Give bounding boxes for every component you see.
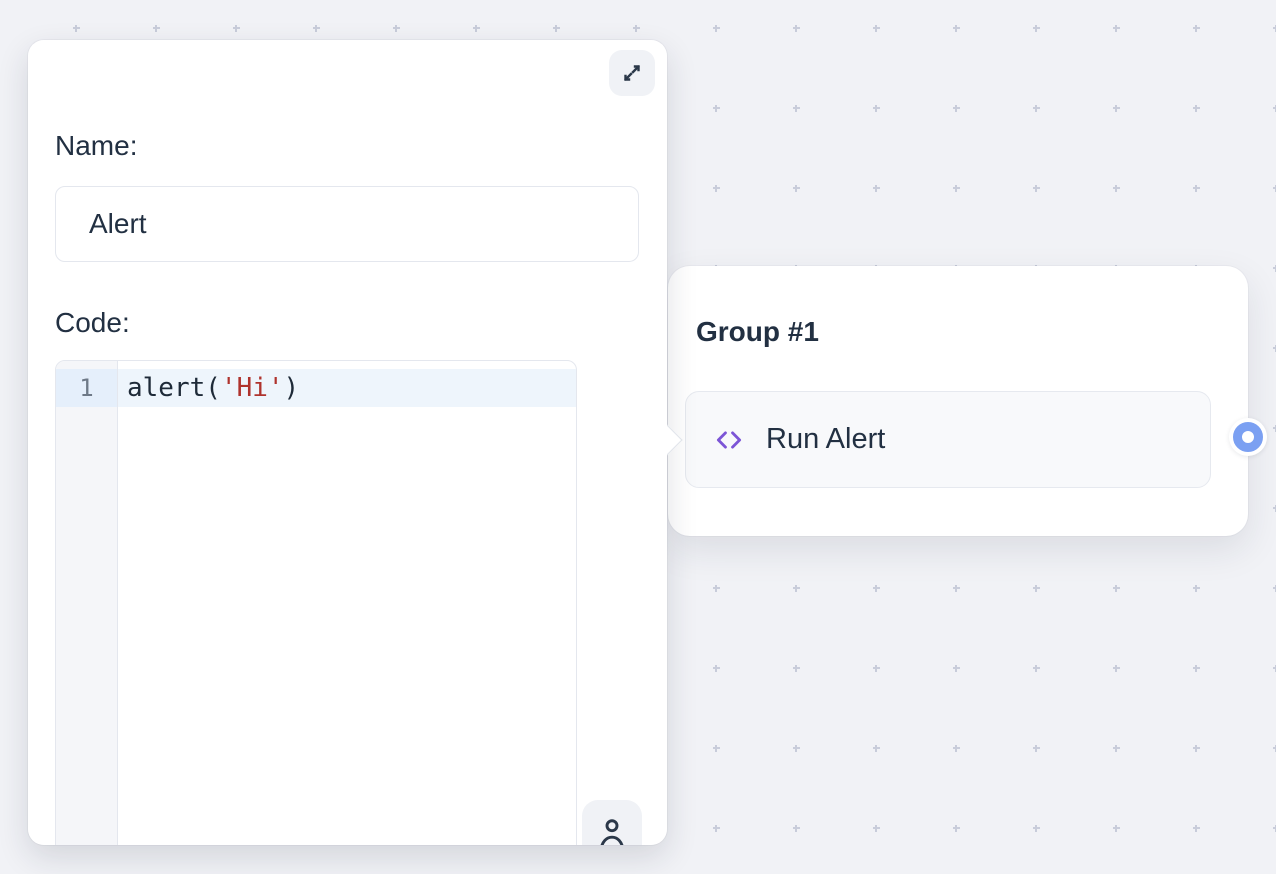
grid-dot xyxy=(313,25,320,32)
grid-dot xyxy=(713,825,720,832)
grid-dot xyxy=(713,185,720,192)
grid-dot xyxy=(953,665,960,672)
grid-dot xyxy=(1193,745,1200,752)
grid-dot xyxy=(1033,185,1040,192)
code-token-string: 'Hi' xyxy=(221,373,284,403)
grid-dot xyxy=(1033,105,1040,112)
flow-canvas[interactable]: Group #1 Run Alert Name: xyxy=(0,0,1276,874)
grid-dot xyxy=(953,185,960,192)
grid-dot xyxy=(393,25,400,32)
grid-dot xyxy=(873,105,880,112)
grid-dot xyxy=(1113,25,1120,32)
grid-dot xyxy=(953,585,960,592)
panel-body: Name: Code: 1 alert('Hi') xyxy=(28,40,667,845)
expand-diagonal-arrows-icon xyxy=(620,61,644,85)
grid-dot xyxy=(713,665,720,672)
grid-dot xyxy=(1033,825,1040,832)
grid-dot xyxy=(1113,745,1120,752)
grid-dot xyxy=(953,105,960,112)
grid-dot xyxy=(793,185,800,192)
grid-dot xyxy=(793,745,800,752)
grid-dot xyxy=(1033,745,1040,752)
grid-dot xyxy=(1193,105,1200,112)
code-token: alert( xyxy=(127,373,221,403)
line-number-gutter: 1 xyxy=(56,361,118,845)
expand-button[interactable] xyxy=(609,50,655,96)
grid-dot xyxy=(633,25,640,32)
grid-dot xyxy=(1273,265,1276,272)
code-token: ) xyxy=(284,373,300,403)
user-button[interactable] xyxy=(582,800,642,845)
grid-dot xyxy=(1033,585,1040,592)
grid-dot xyxy=(713,745,720,752)
grid-dot xyxy=(1273,585,1276,592)
grid-dot xyxy=(793,665,800,672)
group-card[interactable]: Group #1 Run Alert xyxy=(668,266,1248,536)
grid-dot xyxy=(1113,585,1120,592)
grid-dot xyxy=(1033,25,1040,32)
grid-dot xyxy=(953,825,960,832)
node-label: Run Alert xyxy=(766,423,885,456)
code-line-1: alert('Hi') xyxy=(118,369,576,407)
grid-dot xyxy=(553,25,560,32)
line-number: 1 xyxy=(56,369,117,407)
grid-dot xyxy=(873,745,880,752)
grid-dot xyxy=(73,25,80,32)
grid-dot xyxy=(793,25,800,32)
name-input[interactable] xyxy=(55,186,639,262)
node-editor-panel: Name: Code: 1 alert('Hi') xyxy=(28,40,667,845)
person-outline-icon xyxy=(594,814,630,845)
name-label: Name: xyxy=(55,126,137,166)
grid-dot xyxy=(1113,185,1120,192)
grid-dot xyxy=(1273,185,1276,192)
code-editor[interactable]: 1 alert('Hi') xyxy=(55,360,577,845)
grid-dot xyxy=(1193,25,1200,32)
grid-dot xyxy=(153,25,160,32)
grid-dot xyxy=(1273,505,1276,512)
node-output-handle[interactable] xyxy=(1233,422,1263,452)
node-run-alert[interactable]: Run Alert xyxy=(685,391,1211,488)
grid-dot xyxy=(713,25,720,32)
grid-dot xyxy=(1193,825,1200,832)
group-title: Group #1 xyxy=(696,310,819,354)
grid-dot xyxy=(873,185,880,192)
grid-dot xyxy=(873,665,880,672)
grid-dot xyxy=(1113,665,1120,672)
grid-dot xyxy=(1193,185,1200,192)
grid-dot xyxy=(1113,105,1120,112)
grid-dot xyxy=(1193,665,1200,672)
grid-dot xyxy=(473,25,480,32)
grid-dot xyxy=(793,105,800,112)
code-brackets-icon xyxy=(712,423,746,457)
grid-dot xyxy=(873,25,880,32)
grid-dot xyxy=(1273,25,1276,32)
grid-dot xyxy=(1273,345,1276,352)
grid-dot xyxy=(953,25,960,32)
grid-dot xyxy=(1273,425,1276,432)
grid-dot xyxy=(1033,665,1040,672)
grid-dot xyxy=(1113,825,1120,832)
grid-dot xyxy=(873,825,880,832)
grid-dot xyxy=(793,825,800,832)
grid-dot xyxy=(1273,745,1276,752)
grid-dot xyxy=(1273,665,1276,672)
grid-dot xyxy=(233,25,240,32)
code-label: Code: xyxy=(55,303,130,343)
code-area[interactable]: alert('Hi') xyxy=(118,361,576,845)
grid-dot xyxy=(953,745,960,752)
grid-dot xyxy=(713,105,720,112)
grid-dot xyxy=(1273,105,1276,112)
handle-halo xyxy=(1229,418,1267,456)
grid-dot xyxy=(793,585,800,592)
grid-dot xyxy=(1273,825,1276,832)
grid-dot xyxy=(1193,585,1200,592)
grid-dot xyxy=(713,585,720,592)
grid-dot xyxy=(873,585,880,592)
